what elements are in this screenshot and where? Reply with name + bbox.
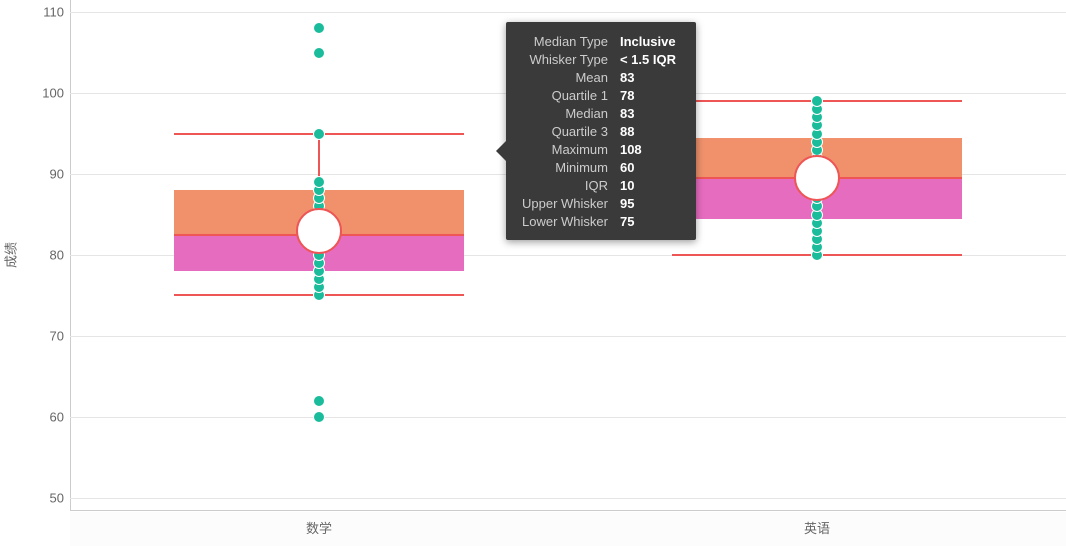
tooltip-value: Inclusive: [614, 32, 682, 50]
tooltip-value: 95: [614, 194, 682, 212]
tooltip-row: Median TypeInclusive: [516, 32, 682, 50]
tooltip-key: Quartile 3: [516, 122, 614, 140]
tooltip-row: Maximum108: [516, 140, 682, 158]
tooltip-key: Mean: [516, 68, 614, 86]
box-whisker-chart: 成绩 50 60 70 80 90 100 110 数学 英语 Median TypeIncl…: [0, 0, 1066, 546]
mean-circle: [794, 155, 840, 201]
x-axis-line: [70, 510, 1066, 511]
tooltip-value: < 1.5 IQR: [614, 50, 682, 68]
tooltip-value: 88: [614, 122, 682, 140]
y-axis-title: 成绩: [1, 242, 20, 268]
x-tick-label: 数学: [306, 518, 332, 537]
tooltip-value: 78: [614, 86, 682, 104]
tooltip-row: Lower Whisker75: [516, 212, 682, 230]
y-tick-label: 60: [24, 409, 64, 424]
tooltip-row: IQR10: [516, 176, 682, 194]
tooltip-value: 75: [614, 212, 682, 230]
tooltip-value: 83: [614, 68, 682, 86]
data-point[interactable]: [811, 95, 823, 107]
tooltip-value: 60: [614, 158, 682, 176]
tooltip: Median TypeInclusiveWhisker Type< 1.5 IQ…: [506, 22, 696, 240]
x-tick-label: 英语: [804, 518, 830, 537]
y-tick-label: 110: [24, 5, 64, 20]
tooltip-row: Upper Whisker95: [516, 194, 682, 212]
tooltip-row: Mean83: [516, 68, 682, 86]
y-tick-label: 70: [24, 328, 64, 343]
tooltip-key: Minimum: [516, 158, 614, 176]
tooltip-row: Median83: [516, 104, 682, 122]
tooltip-row: Whisker Type< 1.5 IQR: [516, 50, 682, 68]
tooltip-row: Minimum60: [516, 158, 682, 176]
tooltip-key: Lower Whisker: [516, 212, 614, 230]
x-axis-band: [70, 512, 1066, 546]
tooltip-arrow-icon: [496, 141, 506, 161]
tooltip-key: Maximum: [516, 140, 614, 158]
tooltip-key: IQR: [516, 176, 614, 194]
tooltip-value: 10: [614, 176, 682, 194]
tooltip-key: Whisker Type: [516, 50, 614, 68]
y-tick-label: 50: [24, 490, 64, 505]
tooltip-row: Quartile 178: [516, 86, 682, 104]
y-tick-label: 80: [24, 248, 64, 263]
tooltip-key: Median: [516, 104, 614, 122]
tooltip-key: Upper Whisker: [516, 194, 614, 212]
tooltip-key: Median Type: [516, 32, 614, 50]
tooltip-row: Quartile 388: [516, 122, 682, 140]
tooltip-value: 83: [614, 104, 682, 122]
y-tick-label: 100: [24, 86, 64, 101]
y-tick-label: 90: [24, 167, 64, 182]
tooltip-value: 108: [614, 140, 682, 158]
tooltip-key: Quartile 1: [516, 86, 614, 104]
